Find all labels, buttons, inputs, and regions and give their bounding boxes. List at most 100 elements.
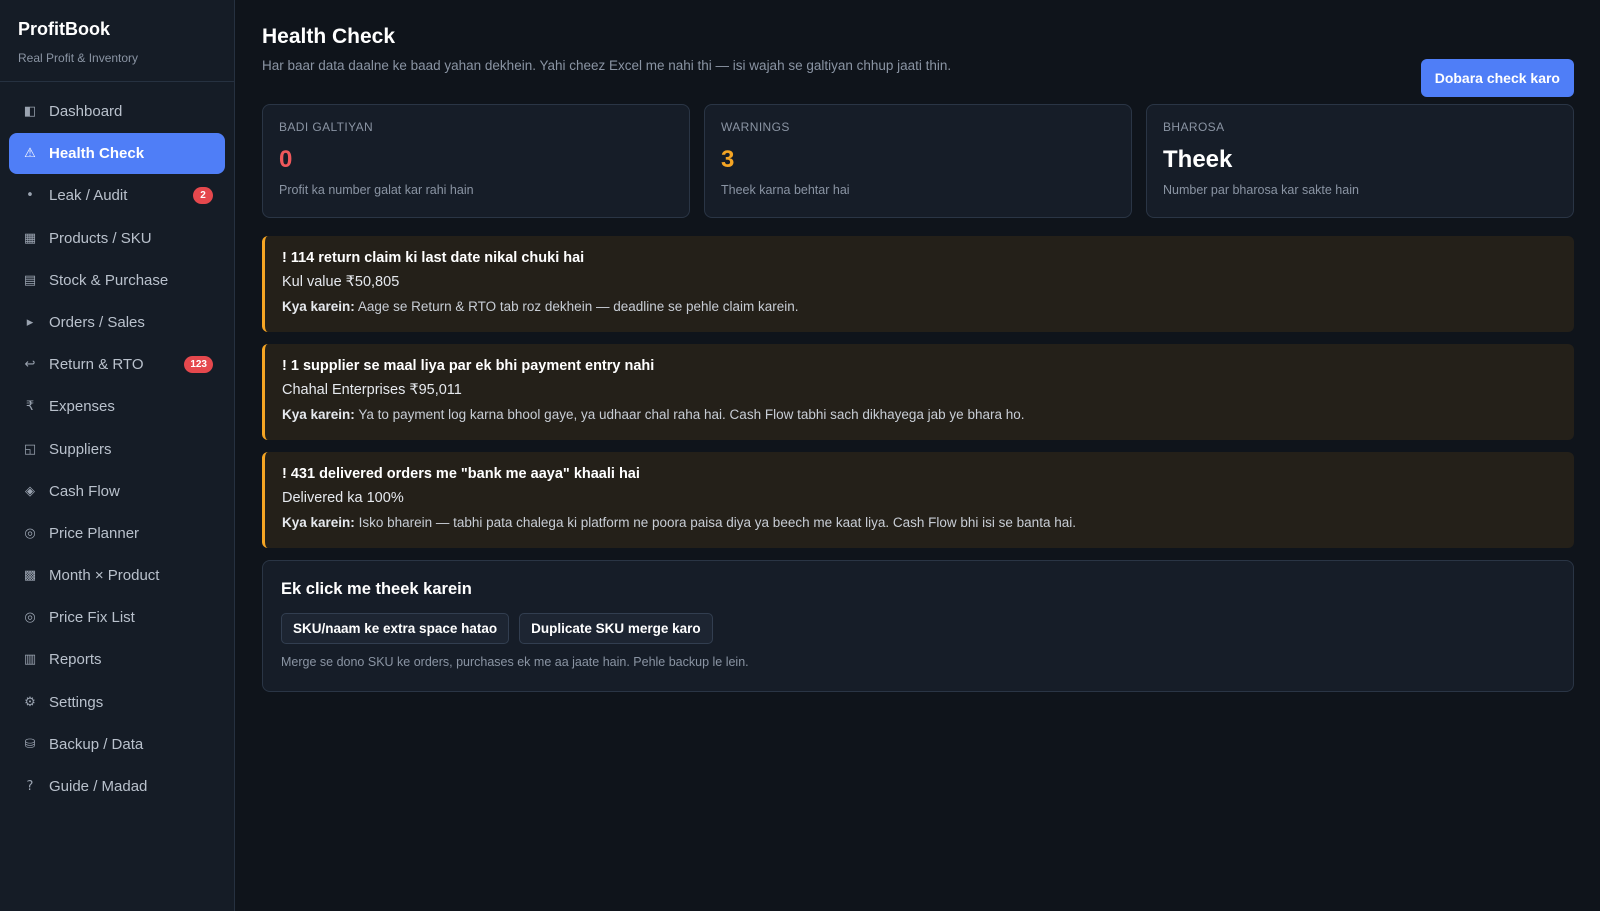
target-icon: ◎ <box>24 525 36 541</box>
alert-action-text: Aage se Return & RTO tab roz dekhein — d… <box>357 299 799 314</box>
sidebar-item-label: Settings <box>49 693 104 711</box>
stat-label: BHAROSA <box>1163 120 1225 134</box>
stat-description: Theek karna behtar hai <box>721 183 850 197</box>
brand-subtitle: Real Profit & Inventory <box>18 51 139 65</box>
stats-row: BADI GALTIYAN 0 Profit ka number galat k… <box>262 104 1574 218</box>
sidebar-item-label: Price Planner <box>49 524 140 542</box>
sidebar-item-label: Health Check <box>49 145 145 163</box>
alert-action: Kya karein: Ya to payment log karna bhoo… <box>282 407 1557 422</box>
sidebar-item-month-product[interactable]: ▩ Month × Product <box>9 555 225 596</box>
sidebar-item-label: Stock & Purchase <box>49 271 169 289</box>
stat-description: Profit ka number galat kar rahi hain <box>279 183 474 197</box>
dashboard-icon: ◧ <box>23 104 37 119</box>
stat-label: WARNINGS <box>721 120 790 134</box>
sidebar-item-label: Expenses <box>49 398 115 416</box>
alert-action-text: Isko bharein — tabhi pata chalega ki pla… <box>358 515 1076 530</box>
merge-sku-button[interactable]: Duplicate SKU merge karo <box>519 613 713 644</box>
help-icon: ? <box>26 779 34 794</box>
rupee-icon: ₹ <box>25 399 35 415</box>
alert-value: Kul value ₹50,805 <box>282 274 400 290</box>
reports-icon: ▥ <box>23 652 37 668</box>
quick-fix-note: Merge se dono SKU ke orders, purchases e… <box>281 655 749 669</box>
sidebar-item-label: Month × Product <box>49 567 160 585</box>
sidebar-item-cash-flow[interactable]: ◈ Cash Flow <box>9 471 225 512</box>
stat-description: Number par bharosa kar sakte hain <box>1163 183 1359 197</box>
main-content: Health Check Har baar data daalne ke baa… <box>235 0 1600 911</box>
recheck-button[interactable]: Dobara check karo <box>1420 59 1574 97</box>
count-badge: 2 <box>193 187 213 205</box>
sidebar-item-label: Cash Flow <box>49 482 120 500</box>
alert-action-prefix: Kya karein: <box>282 407 355 422</box>
sidebar-item-leak-audit[interactable]: • Leak / Audit 2 <box>9 175 225 216</box>
quick-fix-panel: Ek click me theek karein SKU/naam ke ext… <box>262 560 1574 692</box>
brand-title: ProfitBook <box>18 19 110 39</box>
app-root: ProfitBook Real Profit & Inventory ◧ Dash… <box>0 0 1600 911</box>
sidebar-item-label: Products / SKU <box>49 229 152 247</box>
alert-value: Chahal Enterprises ₹95,011 <box>282 382 462 398</box>
sidebar-item-label: Backup / Data <box>49 735 144 753</box>
sidebar-item-guide-madad[interactable]: ? Guide / Madad <box>9 766 225 807</box>
dot-icon: • <box>26 188 34 204</box>
alert-title: ! 1 supplier se maal liya par ek bhi pay… <box>282 358 655 374</box>
stat-card-warnings: WARNINGS 3 Theek karna behtar hai <box>704 104 1132 218</box>
sidebar-item-suppliers[interactable]: ◱ Suppliers <box>9 429 225 470</box>
sidebar-item-products-sku[interactable]: ▦ Products / SKU <box>9 218 225 259</box>
sidebar-nav: ◧ Dashboard ⚠ Health Check • Leak / Audit 2 ▦ Pr… <box>0 82 234 807</box>
matrix-icon: ▩ <box>23 568 37 584</box>
sidebar-item-price-fix-list[interactable]: ◎ Price Fix List <box>9 597 225 638</box>
stat-value: Theek <box>1163 146 1233 173</box>
sidebar-item-orders-sales[interactable]: ▸ Orders / Sales <box>9 302 225 343</box>
warning-alert: ! 431 delivered orders me "bank me aaya"… <box>262 452 1574 548</box>
alert-action: Kya karein: Aage se Return & RTO tab roz… <box>282 299 1557 314</box>
warning-alert: ! 1 supplier se maal liya par ek bhi pay… <box>262 344 1574 440</box>
sidebar-item-label: Return & RTO <box>49 356 144 374</box>
sidebar-item-label: Reports <box>49 651 102 669</box>
alert-action-prefix: Kya karein: <box>282 299 355 314</box>
gear-icon: ⚙ <box>24 694 36 710</box>
target-icon: ◎ <box>24 610 36 626</box>
sidebar-item-dashboard[interactable]: ◧ Dashboard <box>9 91 225 132</box>
trim-spaces-button[interactable]: SKU/naam ke extra space hatao <box>281 613 510 644</box>
play-icon: ▸ <box>26 314 34 330</box>
sidebar-item-return-rto[interactable]: ↩ Return & RTO 123 <box>9 344 225 385</box>
page-title: Health Check <box>262 25 396 48</box>
alert-title: ! 114 return claim ki last date nikal ch… <box>282 250 585 266</box>
diamond-icon: ◈ <box>25 483 35 499</box>
sidebar-item-stock-purchase[interactable]: ▤ Stock & Purchase <box>9 260 225 301</box>
sidebar-item-label: Dashboard <box>49 103 123 120</box>
warning-alert: ! 114 return claim ki last date nikal ch… <box>262 236 1574 332</box>
stat-card-trust: BHAROSA Theek Number par bharosa kar sak… <box>1146 104 1574 218</box>
return-icon: ↩ <box>24 357 36 373</box>
sidebar-item-health-check[interactable]: ⚠ Health Check <box>9 133 225 175</box>
page-subtitle: Har baar data daalne ke baad yahan dekhe… <box>262 58 952 73</box>
stat-value: 3 <box>721 146 735 173</box>
count-badge: 123 <box>184 356 213 374</box>
alert-value: Delivered ka 100% <box>282 490 404 506</box>
sidebar-item-label: Guide / Madad <box>49 778 148 795</box>
stat-label: BADI GALTIYAN <box>279 120 374 134</box>
sidebar-item-label: Leak / Audit <box>49 187 128 205</box>
sidebar-item-reports[interactable]: ▥ Reports <box>9 639 225 680</box>
sidebar-item-backup-data[interactable]: ⛁ Backup / Data <box>9 724 225 765</box>
stat-card-errors: BADI GALTIYAN 0 Profit ka number galat k… <box>262 104 690 218</box>
quick-fix-buttons: SKU/naam ke extra space hatao Duplicate … <box>281 613 1555 644</box>
grid-icon: ▦ <box>23 230 37 246</box>
sidebar-item-label: Price Fix List <box>49 609 135 627</box>
list-icon: ▤ <box>23 272 37 288</box>
sidebar: ProfitBook Real Profit & Inventory ◧ Dash… <box>0 0 235 911</box>
alert-action-prefix: Kya karein: <box>282 515 355 530</box>
warning-icon: ⚠ <box>24 146 36 162</box>
sidebar-item-settings[interactable]: ⚙ Settings <box>9 682 225 723</box>
alert-action-text: Ya to payment log karna bhool gaye, ya u… <box>358 407 1025 422</box>
suppliers-icon: ◱ <box>23 441 37 457</box>
sidebar-item-price-planner[interactable]: ◎ Price Planner <box>9 513 225 554</box>
sidebar-item-label: Orders / Sales <box>49 313 145 331</box>
alert-action: Kya karein: Isko bharein — tabhi pata ch… <box>282 515 1557 530</box>
alert-title: ! 431 delivered orders me "bank me aaya"… <box>282 466 640 482</box>
database-icon: ⛁ <box>24 736 36 752</box>
sidebar-item-expenses[interactable]: ₹ Expenses <box>9 386 225 427</box>
brand: ProfitBook Real Profit & Inventory <box>0 0 234 82</box>
quick-fix-title: Ek click me theek karein <box>281 580 472 598</box>
stat-value: 0 <box>279 146 293 173</box>
sidebar-item-label: Suppliers <box>49 440 112 458</box>
